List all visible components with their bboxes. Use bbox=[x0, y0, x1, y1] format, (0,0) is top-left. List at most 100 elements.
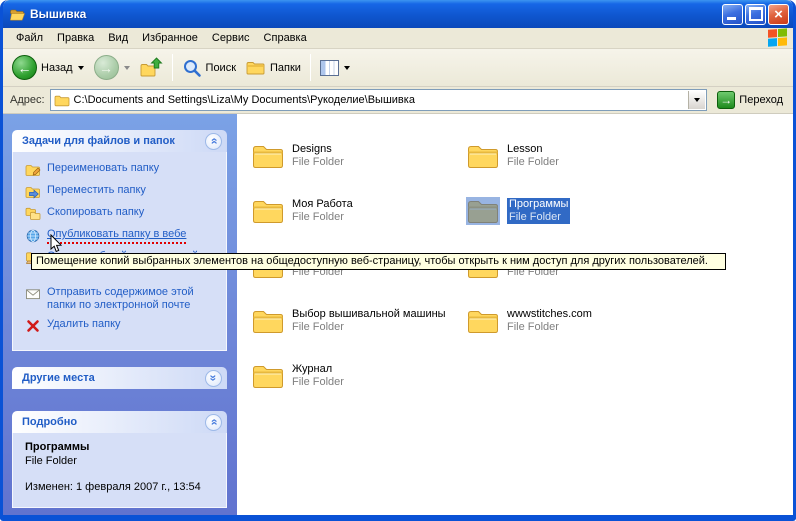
views-icon bbox=[320, 60, 339, 76]
titlebar[interactable]: Вышивка bbox=[3, 0, 793, 28]
move-folder-icon bbox=[25, 184, 41, 200]
chevron-up-icon[interactable] bbox=[205, 414, 222, 431]
views-button[interactable] bbox=[315, 58, 355, 78]
task-delete-folder[interactable]: Удалить папку bbox=[25, 318, 222, 334]
folders-button[interactable]: Папки bbox=[241, 57, 306, 78]
window-title: Вышивка bbox=[30, 7, 722, 21]
folder-type: File Folder bbox=[292, 321, 344, 333]
folder-type: File Folder bbox=[507, 156, 559, 168]
folder-item-designs[interactable]: DesignsFile Folder bbox=[251, 128, 466, 183]
task-label: Переименовать папку bbox=[47, 162, 159, 175]
details-folder-type: File Folder bbox=[25, 455, 220, 467]
tasks-panel-header[interactable]: Задачи для файлов и папок bbox=[12, 130, 227, 152]
address-folder-icon bbox=[54, 94, 70, 107]
folder-type: File Folder bbox=[507, 321, 559, 333]
forward-icon bbox=[94, 55, 119, 80]
views-dropdown-icon[interactable] bbox=[344, 66, 350, 70]
folder-icon bbox=[251, 142, 285, 170]
folder-type: File Folder bbox=[292, 211, 344, 223]
menu-help[interactable]: Справка bbox=[257, 30, 314, 46]
task-pane: Задачи для файлов и папок Переименовать … bbox=[3, 114, 237, 515]
go-button[interactable]: Переход bbox=[712, 91, 788, 109]
maximize-button[interactable] bbox=[745, 4, 766, 25]
folder-item-vybor-mashiny[interactable]: Выбор вышивальной машиныFile Folder bbox=[251, 293, 466, 348]
folder-type: File Folder bbox=[292, 376, 344, 388]
details-modified-date: Изменен: 1 февраля 2007 г., 13:54 bbox=[25, 481, 220, 493]
toolbar: Назад Поиск bbox=[3, 49, 793, 87]
tasks-panel-body: Переименовать папку Переместить папку bbox=[12, 152, 227, 351]
other-places-header[interactable]: Другие места bbox=[12, 367, 227, 389]
menu-favorites[interactable]: Избранное bbox=[135, 30, 205, 46]
forward-button[interactable] bbox=[89, 53, 135, 82]
folder-icon bbox=[251, 197, 285, 225]
details-panel-body: Программы File Folder Изменен: 1 февраля… bbox=[12, 433, 227, 508]
tasks-panel-title: Задачи для файлов и папок bbox=[22, 135, 175, 147]
go-label: Переход bbox=[739, 94, 783, 106]
task-move-folder[interactable]: Переместить папку bbox=[25, 184, 222, 200]
window-controls bbox=[722, 4, 789, 25]
back-label: Назад bbox=[41, 62, 73, 74]
details-panel-title: Подробно bbox=[22, 416, 77, 428]
chevron-down-icon[interactable] bbox=[205, 370, 222, 387]
folder-item-lesson[interactable]: LessonFile Folder bbox=[466, 128, 681, 183]
address-dropdown-button[interactable] bbox=[688, 91, 705, 109]
folder-name: Designs bbox=[292, 143, 332, 155]
task-copy-folder[interactable]: Скопировать папку bbox=[25, 206, 222, 222]
task-publish-folder-web[interactable]: Опубликовать папку в вебе bbox=[25, 228, 222, 244]
tooltip: Помещение копий выбранных элементов на о… bbox=[31, 253, 726, 270]
details-panel-header[interactable]: Подробно bbox=[12, 411, 227, 433]
publish-web-icon bbox=[25, 228, 41, 244]
task-label: Скопировать папку bbox=[47, 206, 144, 219]
up-folder-icon bbox=[140, 57, 163, 78]
folder-item-zhurnal[interactable]: ЖурналFile Folder bbox=[251, 348, 466, 403]
close-button[interactable] bbox=[768, 4, 789, 25]
folders-icon bbox=[246, 59, 266, 76]
explorer-window: Вышивка Файл Правка Вид Избранное Сервис… bbox=[0, 0, 796, 521]
folder-item-programmy[interactable]: ПрограммыFile Folder bbox=[466, 183, 681, 238]
address-label: Адрес: bbox=[8, 94, 45, 106]
task-rename-folder[interactable]: Переименовать папку bbox=[25, 162, 222, 178]
toolbar-separator bbox=[172, 54, 173, 81]
folder-icon bbox=[466, 142, 500, 170]
chevron-up-icon[interactable] bbox=[205, 133, 222, 150]
menu-tools[interactable]: Сервис bbox=[205, 30, 257, 46]
folder-type: File Folder bbox=[292, 156, 344, 168]
folder-name: Моя Работа bbox=[292, 198, 353, 210]
menu-edit[interactable]: Правка bbox=[50, 30, 101, 46]
task-email-folder[interactable]: Отправить содержимое этой папки по элект… bbox=[25, 286, 222, 312]
addressbar: Адрес: C:\Documents and Settings\Liza\My… bbox=[3, 87, 793, 114]
menu-view[interactable]: Вид bbox=[101, 30, 135, 46]
go-arrow-icon bbox=[717, 91, 735, 109]
folder-name: Lesson bbox=[507, 143, 542, 155]
content-area: Задачи для файлов и папок Переименовать … bbox=[3, 114, 793, 515]
folders-label: Папки bbox=[270, 62, 301, 74]
task-label: Переместить папку bbox=[47, 184, 146, 197]
copy-folder-icon bbox=[25, 206, 41, 222]
forward-dropdown-icon[interactable] bbox=[124, 66, 130, 70]
folder-name: Журнал bbox=[292, 363, 332, 375]
folder-list-area[interactable]: DesignsFile Folder LessonFile Folder Моя… bbox=[237, 114, 793, 515]
rename-folder-icon bbox=[25, 162, 41, 178]
back-button[interactable]: Назад bbox=[7, 53, 89, 82]
search-button[interactable]: Поиск bbox=[177, 56, 241, 80]
back-dropdown-icon[interactable] bbox=[78, 66, 84, 70]
email-icon bbox=[25, 286, 41, 302]
folder-icon bbox=[251, 362, 285, 390]
windows-logo-icon bbox=[768, 28, 788, 47]
file-folder-tasks-panel: Задачи для файлов и папок Переименовать … bbox=[12, 130, 227, 351]
search-label: Поиск bbox=[206, 62, 236, 74]
folder-item-moya-rabota[interactable]: Моя РаботаFile Folder bbox=[251, 183, 466, 238]
up-button[interactable] bbox=[135, 55, 168, 80]
folder-icon bbox=[251, 307, 285, 335]
other-places-panel: Другие места bbox=[12, 367, 227, 389]
menu-file[interactable]: Файл bbox=[9, 30, 50, 46]
folder-icon bbox=[466, 197, 500, 225]
minimize-button[interactable] bbox=[722, 4, 743, 25]
folder-item-wwwstitches[interactable]: wwwstitches.comFile Folder bbox=[466, 293, 681, 348]
address-input[interactable]: C:\Documents and Settings\Liza\My Docume… bbox=[50, 89, 708, 111]
address-path: C:\Documents and Settings\Liza\My Docume… bbox=[74, 94, 415, 106]
back-icon bbox=[12, 55, 37, 80]
folder-type: File Folder bbox=[509, 211, 561, 223]
search-icon bbox=[182, 58, 202, 78]
menubar: Файл Правка Вид Избранное Сервис Справка bbox=[3, 28, 793, 49]
